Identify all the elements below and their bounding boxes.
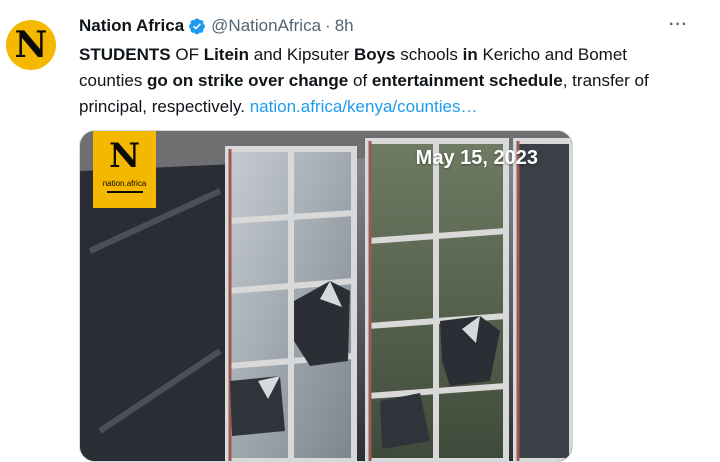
tweet-text-bold: in [462, 45, 478, 64]
tweet-text-segment: schools [395, 45, 463, 64]
avatar-letter: N [14, 24, 48, 66]
verified-badge-icon [189, 18, 206, 35]
date-overlay: May 15, 2023 [415, 147, 538, 169]
tweet-text-bold: Boys [353, 45, 396, 64]
timestamp[interactable]: 8h [335, 16, 354, 36]
logo-wordmark: nation.africa [102, 179, 147, 188]
tweet-text-bold: entertainment schedule [371, 71, 563, 90]
tweet-text-segment: of [348, 71, 372, 90]
tweet-header: Nation Africa @NationAfrica · 8h [79, 16, 354, 36]
tweet-text-bold: go on strike over change [147, 71, 349, 90]
author-handle[interactable]: @NationAfrica [211, 16, 321, 36]
author-name[interactable]: Nation Africa [79, 16, 184, 36]
tweet-text-bold: STUDENTS [79, 45, 171, 64]
tweet[interactable]: N Nation Africa @NationAfrica · 8h ··· S… [0, 0, 720, 462]
article-link[interactable]: nation.africa/kenya/counties… [250, 97, 478, 116]
tweet-text-segment: OF [170, 45, 204, 64]
tweet-media-image[interactable]: N nation.africa May 15, 2023 [79, 130, 573, 462]
tweet-text: STUDENTS OF Litein and Kipsuter Boys sch… [79, 42, 679, 120]
separator-dot: · [325, 16, 331, 35]
nation-africa-logo: N nation.africa [93, 131, 156, 208]
logo-underline [106, 191, 143, 193]
avatar[interactable]: N [6, 20, 56, 70]
more-options-icon[interactable]: ··· [669, 16, 688, 34]
logo-letter: N [108, 136, 141, 176]
tweet-text-bold: Litein [203, 45, 250, 64]
tweet-text-segment: and Kipsuter [249, 45, 354, 64]
